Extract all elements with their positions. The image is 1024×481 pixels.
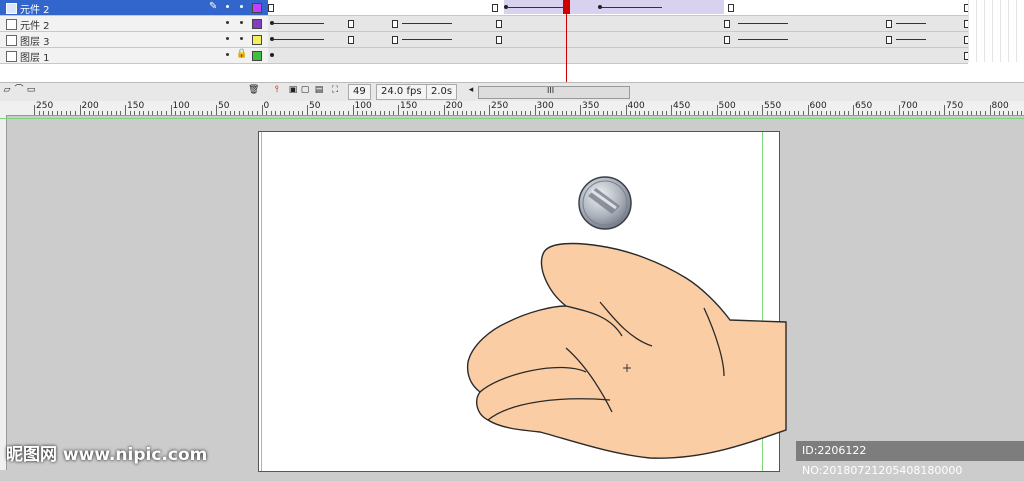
watermark-id: ID:2206122 NO:20180721205408180000	[796, 441, 1024, 477]
artwork-layer	[466, 176, 787, 459]
coin[interactable]	[578, 176, 632, 230]
watermark-site: 昵图网 www.nipic.com	[6, 445, 208, 465]
hand[interactable]	[466, 242, 787, 459]
